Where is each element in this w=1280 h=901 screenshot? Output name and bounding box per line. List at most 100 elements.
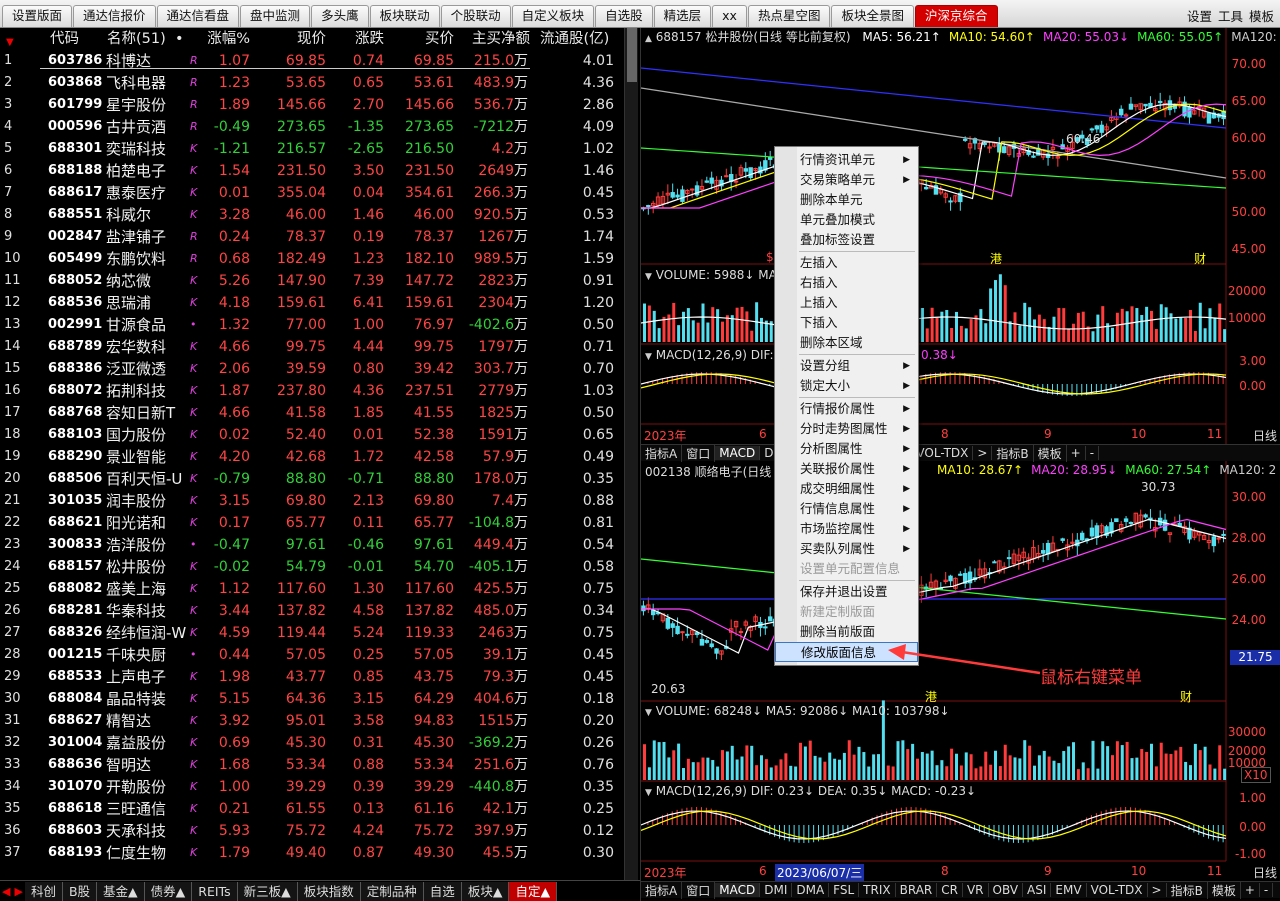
table-row[interactable]: 16 688072 拓荆科技 K 1.87 237.80 4.36 237.51 2779万 1.… xyxy=(0,380,623,402)
table-row[interactable]: 9 002847 盐津铺子 R 0.24 78.37 0.19 78.37 1267万 1.74 xyxy=(0,226,623,248)
menu-item[interactable]: 保存并退出设置 xyxy=(775,582,918,602)
table-row[interactable]: 19 688290 景业智能 K 4.20 42.68 1.72 42.58 57.9万 0.49 xyxy=(0,446,623,468)
table-row[interactable]: 5 688301 奕瑞科技 K -1.21 216.57 -2.65 216.50 4.2万 1.… xyxy=(0,138,623,160)
table-row[interactable]: 14 688789 宏华数科 K 4.66 99.75 4.44 99.75 1797万 0.71 xyxy=(0,336,623,358)
menu-item[interactable]: 删除当前版面 xyxy=(775,622,918,642)
table-row[interactable]: 24 688157 松井股份 K -0.02 54.79 -0.01 54.70 -405.1万… xyxy=(0,556,623,578)
layout-tab[interactable]: 通达信看盘 xyxy=(156,5,240,27)
table-row[interactable]: 30 688084 晶品特装 K 5.15 64.36 3.15 64.29 404.6万 0.1… xyxy=(0,688,623,710)
layout-tab[interactable]: 沪深京综合 xyxy=(914,5,998,27)
layout-tab[interactable]: 精选层 xyxy=(653,5,712,27)
menu-item[interactable]: 下插入 xyxy=(775,313,918,333)
menu-item[interactable]: 交易策略单元 ▶ xyxy=(775,170,918,190)
layout-tab[interactable]: 多头鹰 xyxy=(311,5,369,27)
table-row[interactable]: 27 688326 经纬恒润-W K 4.59 119.44 5.24 119.33 2463万… xyxy=(0,622,623,644)
c2-period[interactable]: 日线 xyxy=(1253,864,1277,881)
indicator-tab[interactable]: DMA xyxy=(792,883,830,897)
category-tab[interactable]: B股 xyxy=(62,881,98,901)
menu-item[interactable]: 删除本区域 xyxy=(775,333,918,353)
indicator-tab[interactable]: MACD xyxy=(715,446,761,460)
menu-item[interactable]: 行情报价属性 ▶ xyxy=(775,399,918,419)
layout-tab[interactable]: 板块联动 xyxy=(369,5,440,27)
table-row[interactable]: 22 688621 阳光诺和 K 0.17 65.77 0.11 65.77 -104.8万 0.… xyxy=(0,512,623,534)
table-row[interactable]: 11 688052 纳芯微 K 5.26 147.90 7.39 147.72 2823万 0.9… xyxy=(0,270,623,292)
indicator-tab[interactable]: VOL-TDX xyxy=(1087,883,1148,897)
category-tab[interactable]: 自选 xyxy=(423,881,462,901)
menu-item[interactable]: 锁定大小 ▶ xyxy=(775,376,918,396)
indicator-tab[interactable]: + xyxy=(1067,446,1086,460)
indicator-tab[interactable]: EMV xyxy=(1051,883,1087,897)
scroll-left-icon[interactable]: ◀ xyxy=(0,885,12,898)
indicator-tab[interactable]: CR xyxy=(937,883,963,897)
template-menu[interactable]: 模板 xyxy=(1249,6,1274,25)
table-row[interactable]: 18 688103 国力股份 K 0.02 52.40 0.01 52.38 1591万 0.65 xyxy=(0,424,623,446)
table-row[interactable]: 36 688603 天承科技 K 5.93 75.72 4.24 75.72 397.9万 0.1… xyxy=(0,820,623,842)
menu-item[interactable]: 左插入 xyxy=(775,253,918,273)
menu-item[interactable]: 关联报价属性 ▶ xyxy=(775,459,918,479)
category-tab[interactable]: 自定▲ xyxy=(509,881,558,901)
table-row[interactable]: 15 688386 泛亚微透 K 2.06 39.59 0.80 39.42 303.7万 0.7… xyxy=(0,358,623,380)
layout-tab[interactable]: 自定义板块 xyxy=(511,5,595,27)
indicator-tab[interactable]: 窗口 xyxy=(682,444,716,462)
indicator-tab[interactable]: 指标B xyxy=(1167,881,1208,899)
category-tab[interactable]: 新三板▲ xyxy=(237,881,298,901)
indicator-tab[interactable]: 模板 xyxy=(1034,444,1067,462)
menu-item[interactable]: 设置分组 ▶ xyxy=(775,356,918,376)
col-float-shares[interactable]: 流通股(亿) xyxy=(540,29,609,49)
menu-item[interactable]: 单元叠加模式 xyxy=(775,210,918,230)
table-row[interactable]: 33 688636 智明达 K 1.68 53.34 0.88 53.34 251.6万 0.76 xyxy=(0,754,623,776)
settings-menu[interactable]: 设置 xyxy=(1187,6,1212,25)
scrollbar-thumb[interactable] xyxy=(627,28,637,82)
indicator-tab[interactable]: TRIX xyxy=(859,883,896,897)
indicator-tab[interactable]: 指标A xyxy=(641,881,683,899)
table-row[interactable]: 28 001215 千味央厨 • 0.44 57.05 0.25 57.05 39.1万 0.45 xyxy=(0,644,623,666)
indicator-tab[interactable]: - xyxy=(1086,446,1100,460)
tools-menu[interactable]: 工具 xyxy=(1218,6,1243,25)
category-tab[interactable]: 科创 xyxy=(24,881,63,901)
macd2-toggle-icon[interactable]: ▼ xyxy=(645,788,652,798)
macd-toggle-icon[interactable]: ▼ xyxy=(645,352,652,362)
layout-tab[interactable]: 通达信报价 xyxy=(73,5,156,27)
layout-tab[interactable]: 个股联动 xyxy=(440,5,511,27)
col-code[interactable]: 代码 xyxy=(50,29,79,49)
indicator-tab[interactable]: VOL-TDX xyxy=(912,446,974,460)
col-net-buy[interactable]: 主买净额 xyxy=(454,29,530,49)
col-bid[interactable]: 买价 xyxy=(384,29,454,49)
layout-tab[interactable]: xx xyxy=(712,5,747,27)
category-tab[interactable]: 定制品种 xyxy=(360,881,424,901)
table-row[interactable]: 2 603868 飞科电器 R 1.23 53.65 0.65 53.61 483.9万 4.36 xyxy=(0,72,623,94)
volume-toggle-icon[interactable]: ▼ xyxy=(645,272,652,282)
col-change[interactable]: 涨跌 xyxy=(326,29,384,49)
table-row[interactable]: 35 688618 三旺通信 K 0.21 61.55 0.13 61.16 42.1万 0.25 xyxy=(0,798,623,820)
menu-item[interactable]: 成交明细属性 ▶ xyxy=(775,479,918,499)
category-tab[interactable]: 板块▲ xyxy=(461,881,510,901)
category-tab[interactable]: REITs xyxy=(192,881,238,901)
table-row[interactable]: 4 000596 古井贡酒 R -0.49 273.65 -1.35 273.65 -7212万… xyxy=(0,116,623,138)
menu-item[interactable]: 买卖队列属性 ▶ xyxy=(775,539,918,559)
menu-item[interactable]: 右插入 xyxy=(775,273,918,293)
category-tab[interactable]: 基金▲ xyxy=(97,881,145,901)
table-row[interactable]: 29 688533 上声电子 K 1.98 43.77 0.85 43.75 79.3万 0.45 xyxy=(0,666,623,688)
indicator-tab[interactable]: > xyxy=(1148,883,1167,897)
indicator-tab[interactable]: > xyxy=(973,446,993,460)
layout-tab[interactable]: 热点星空图 xyxy=(747,5,831,27)
table-row[interactable]: 31 688627 精智达 K 3.92 95.01 3.58 94.83 1515万 0.20 xyxy=(0,710,623,732)
indicator-tab[interactable]: VR xyxy=(963,883,989,897)
table-row[interactable]: 26 688281 华秦科技 K 3.44 137.82 4.58 137.82 485.0万 0… xyxy=(0,600,623,622)
indicator-tab[interactable]: OBV xyxy=(989,883,1024,897)
menu-item[interactable]: 分时走势图属性 ▶ xyxy=(775,419,918,439)
col-pct[interactable]: 涨幅% xyxy=(196,29,250,49)
indicator-tab[interactable]: + xyxy=(1241,883,1260,897)
layout-tab[interactable]: 自选股 xyxy=(595,5,653,27)
table-row[interactable]: 32 301004 嘉益股份 K 0.69 45.30 0.31 45.30 -369.2万 0.… xyxy=(0,732,623,754)
table-row[interactable]: 25 688082 盛美上海 K 1.12 117.60 1.30 117.60 425.5万 0… xyxy=(0,578,623,600)
indicator-tab[interactable]: 指标A xyxy=(641,444,683,462)
indicator-tab[interactable]: BRAR xyxy=(896,883,938,897)
table-row[interactable]: 12 688536 思瑞浦 K 4.18 159.61 6.41 159.61 2304万 1.2… xyxy=(0,292,623,314)
table-row[interactable]: 7 688617 惠泰医疗 K 0.01 355.04 0.04 354.61 266.3万 0.… xyxy=(0,182,623,204)
table-scrollbar[interactable] xyxy=(624,28,638,880)
indicator-tab[interactable]: FSL xyxy=(829,883,860,897)
indicator-tab[interactable]: 模板 xyxy=(1208,881,1241,899)
table-row[interactable]: 34 301070 开勒股份 K 1.00 39.29 0.39 39.29 -440.8万 0.… xyxy=(0,776,623,798)
indicator-tab[interactable]: 窗口 xyxy=(682,881,716,899)
